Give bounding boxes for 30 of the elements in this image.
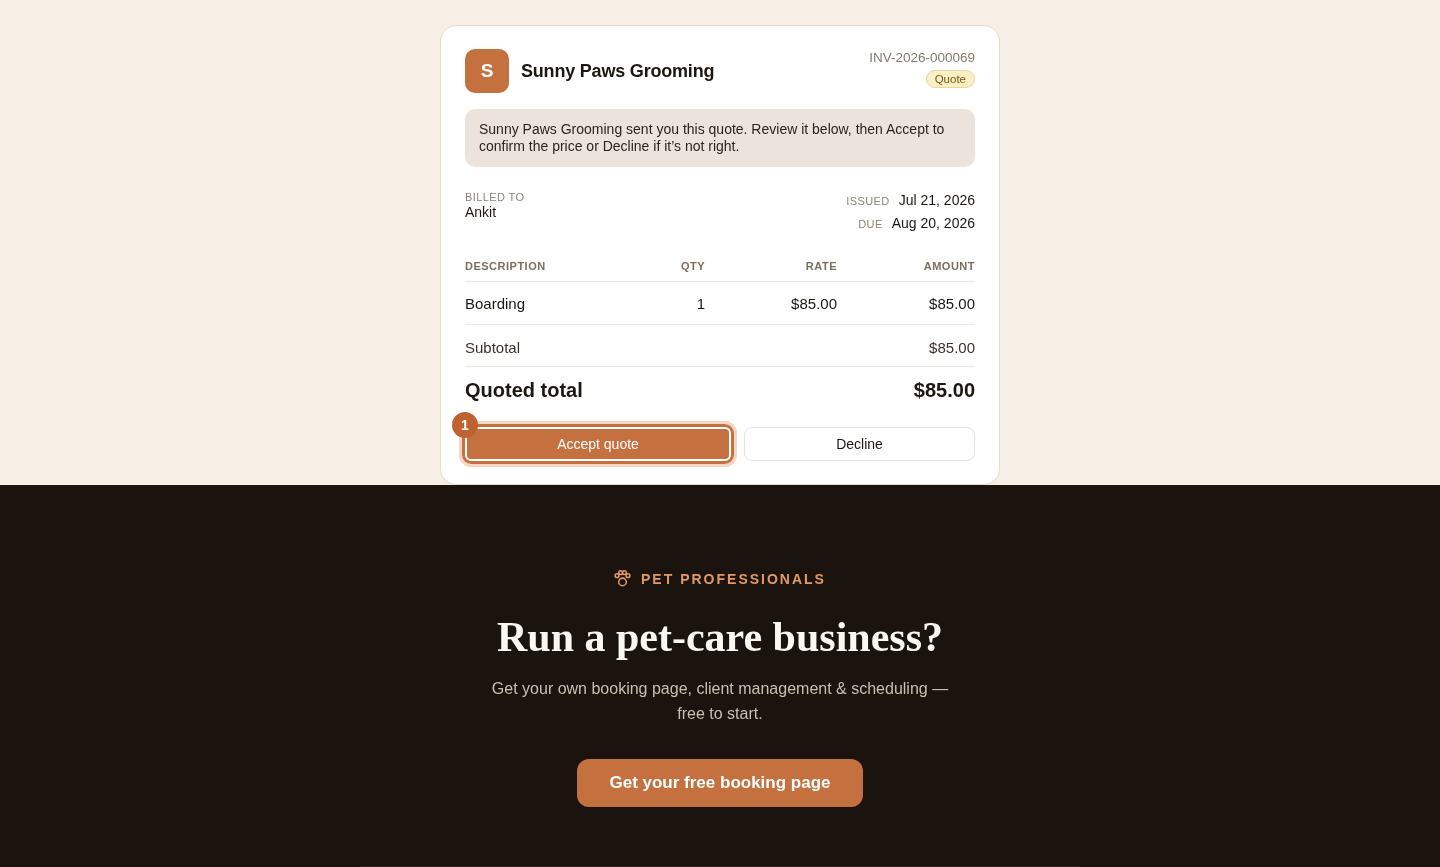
date-label: ISSUED <box>846 194 890 209</box>
table-cell-text: Boarding <box>465 294 527 312</box>
business-name: Sunny Paws Grooming <box>521 60 715 82</box>
step-marker: 1 <box>452 412 478 438</box>
date-label: DUE <box>858 217 883 232</box>
date-value: Aug 20, 2026 <box>891 214 975 233</box>
status-badge: Quote <box>925 70 975 88</box>
decline-button[interactable]: Decline <box>744 427 975 461</box>
paw-icon <box>614 570 632 587</box>
date-value: Jul 21, 2026 <box>898 191 975 210</box>
column-header: QTY <box>679 260 705 272</box>
table-cell-text: $85.00 <box>790 294 837 312</box>
billed-to-label: BILLED TO <box>465 191 525 203</box>
total-label: Quoted total <box>465 378 583 402</box>
column-header: AMOUNT <box>922 260 975 272</box>
business-logo: S <box>465 49 509 93</box>
client-name: Ankit <box>465 204 498 220</box>
promo-heading: Run a pet-care business? <box>496 613 944 662</box>
section-eyebrow: PET PROFESSIONALS <box>641 570 826 587</box>
table-cell-text: 1 <box>695 294 705 312</box>
booking-page-button[interactable]: Get your free booking page <box>577 759 863 807</box>
table-cell-text: $85.00 <box>928 294 975 312</box>
notice-message: Sunny Paws Grooming sent you this quote. Review it below, then Accept to confirm the price or Decline if it’s not right. <box>465 109 975 167</box>
total-value: $85.00 <box>913 378 975 402</box>
column-header: DESCRIPTION <box>465 260 547 272</box>
column-header: RATE <box>804 260 837 272</box>
promo-description: Get your own booking page, client management & scheduling — free to start. <box>490 679 950 724</box>
subtotal-value: $85.00 <box>929 338 975 356</box>
invoice-number: INV-2026-000069 <box>869 50 975 65</box>
subtotal-label: Subtotal <box>465 338 521 356</box>
